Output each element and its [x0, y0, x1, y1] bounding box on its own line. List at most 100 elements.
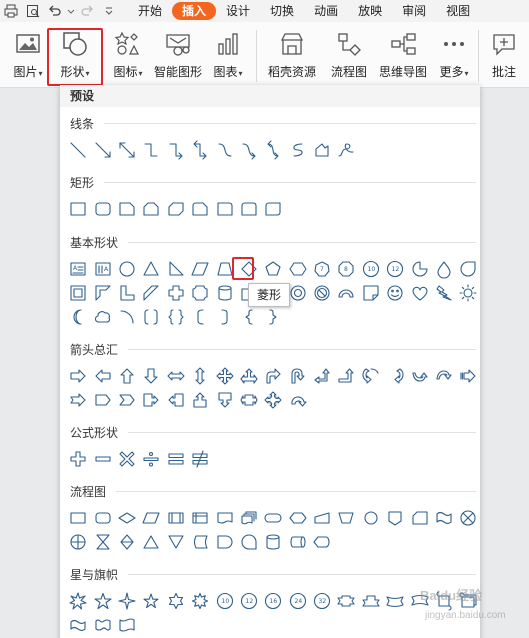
quad-arrow-callout-shape[interactable]: [261, 388, 285, 412]
no-symbol-shape[interactable]: [310, 281, 334, 305]
curved-connector-shape[interactable]: [212, 138, 236, 162]
octagon-shape[interactable]: 8: [334, 257, 358, 281]
left-arrow-callout-shape[interactable]: [164, 388, 188, 412]
heart-shape[interactable]: [407, 281, 431, 305]
folded-corner-shape[interactable]: [359, 281, 383, 305]
icon-button[interactable]: 图标▾: [108, 28, 148, 84]
notched-right-arrow-shape[interactable]: [66, 388, 90, 412]
left-up-arrow-shape[interactable]: [310, 364, 334, 388]
star-6-point-shape[interactable]: [164, 589, 188, 613]
division-sign-shape[interactable]: [139, 447, 163, 471]
flowchart-terminator-shape[interactable]: [261, 506, 285, 530]
snip-diagonal-rectangle-shape[interactable]: [164, 197, 188, 221]
parallelogram-shape[interactable]: [188, 257, 212, 281]
flowchart-sequential-access-storage-shape[interactable]: [237, 530, 261, 554]
flowchart-direct-access-storage-shape[interactable]: [286, 530, 310, 554]
comment-button[interactable]: 批注: [484, 28, 524, 84]
star-32-point-shape[interactable]: 32: [310, 589, 334, 613]
diagonal-stripe-shape[interactable]: [139, 281, 163, 305]
round-corner-rectangle-shape[interactable]: [212, 197, 236, 221]
star-10-point-shape[interactable]: 10: [212, 589, 236, 613]
double-brace-shape[interactable]: [164, 305, 188, 329]
right-triangle-shape[interactable]: [164, 257, 188, 281]
curved-ribbon-down-shape[interactable]: [383, 589, 407, 613]
up-arrow-callout-shape[interactable]: [188, 388, 212, 412]
up-down-arrow-shape[interactable]: [188, 364, 212, 388]
flowchart-button[interactable]: 流程图: [326, 28, 372, 84]
snip-corner-rectangle-shape[interactable]: [115, 197, 139, 221]
oval-shape[interactable]: [115, 257, 139, 281]
flowchart-offpage-connector-shape[interactable]: [383, 506, 407, 530]
ribbon-up-shape[interactable]: [359, 589, 383, 613]
elbow-connector-shape[interactable]: [139, 138, 163, 162]
flowchart-process-shape[interactable]: [66, 506, 90, 530]
arrow-line-shape[interactable]: [90, 138, 114, 162]
flowchart-decision-shape[interactable]: [115, 506, 139, 530]
flowchart-preparation-shape[interactable]: [286, 506, 310, 530]
explosion-1-shape[interactable]: [66, 589, 90, 613]
up-arrow-shape[interactable]: [115, 364, 139, 388]
text-box-shape[interactable]: A: [66, 257, 90, 281]
minus-sign-shape[interactable]: [90, 447, 114, 471]
pie-shape[interactable]: [407, 257, 431, 281]
star-12-point-shape[interactable]: 12: [237, 589, 261, 613]
dodecagon-shape[interactable]: 12: [383, 257, 407, 281]
teardrop-shape[interactable]: [432, 257, 456, 281]
teardrop-round-shape[interactable]: [456, 257, 480, 281]
smart-graphic-button[interactable]: 智能图形: [152, 28, 204, 84]
flowchart-card-shape[interactable]: [407, 506, 431, 530]
plus-sign-shape[interactable]: [66, 447, 90, 471]
flowchart-magnetic-disk-shape[interactable]: [261, 530, 285, 554]
hexagon-shape[interactable]: [286, 257, 310, 281]
freeform-shape[interactable]: [310, 138, 334, 162]
down-arrow-callout-shape[interactable]: [212, 388, 236, 412]
decagon-shape[interactable]: 10: [359, 257, 383, 281]
round-same-side-rectangle-shape[interactable]: [237, 197, 261, 221]
tab-home[interactable]: 开始: [128, 2, 172, 20]
flowchart-delay-shape[interactable]: [212, 530, 236, 554]
arc-shape[interactable]: [115, 305, 139, 329]
flowchart-alternate-process-shape[interactable]: [90, 506, 114, 530]
vertical-text-box-shape[interactable]: A: [90, 257, 114, 281]
curved-right-arrow-shape[interactable]: [359, 364, 383, 388]
flowchart-collate-shape[interactable]: [90, 530, 114, 554]
flowchart-summing-junction-shape[interactable]: [456, 506, 480, 530]
u-turn-arrow-shape[interactable]: [286, 364, 310, 388]
tab-slideshow[interactable]: 放映: [348, 2, 392, 20]
flowchart-stored-data-shape[interactable]: [188, 530, 212, 554]
snip-round-rectangle-shape[interactable]: [188, 197, 212, 221]
flowchart-connector-shape[interactable]: [359, 506, 383, 530]
equal-sign-shape[interactable]: [164, 447, 188, 471]
right-arrow-callout-shape[interactable]: [139, 388, 163, 412]
double-bracket-shape[interactable]: [139, 305, 163, 329]
sun-shape[interactable]: [456, 281, 480, 305]
flowchart-punched-tape-shape[interactable]: [432, 506, 456, 530]
star-16-point-shape[interactable]: 16: [261, 589, 285, 613]
line-shape[interactable]: [66, 138, 90, 162]
print-icon[interactable]: [0, 0, 22, 22]
moon-shape[interactable]: [66, 305, 90, 329]
can-shape[interactable]: [212, 281, 236, 305]
down-arrow-shape[interactable]: [139, 364, 163, 388]
curved-up-arrow-shape[interactable]: [407, 364, 431, 388]
docer-resource-button[interactable]: 稻壳资源: [262, 28, 322, 84]
not-equal-sign-shape[interactable]: [188, 447, 212, 471]
round-diagonal-rectangle-shape[interactable]: [261, 197, 285, 221]
frame-shape[interactable]: [66, 281, 90, 305]
heptagon-shape[interactable]: 7: [310, 257, 334, 281]
chevron-shape[interactable]: [115, 388, 139, 412]
curved-double-arrow-connector-shape[interactable]: [261, 138, 285, 162]
curved-down-arrow-shape[interactable]: [432, 364, 456, 388]
plaque-shape[interactable]: [188, 281, 212, 305]
wave-shape[interactable]: [66, 613, 90, 637]
right-arrow-shape[interactable]: [66, 364, 90, 388]
tab-insert[interactable]: 插入: [172, 2, 217, 20]
right-bracket-shape[interactable]: [212, 305, 236, 329]
block-arc-shape[interactable]: [334, 281, 358, 305]
undo-dropdown-icon[interactable]: [66, 0, 76, 22]
undo-icon[interactable]: [44, 0, 66, 22]
left-right-arrow-shape[interactable]: [164, 364, 188, 388]
lightning-bolt-shape[interactable]: [432, 281, 456, 305]
quad-arrow-shape[interactable]: [212, 364, 236, 388]
left-arrow-shape[interactable]: [90, 364, 114, 388]
